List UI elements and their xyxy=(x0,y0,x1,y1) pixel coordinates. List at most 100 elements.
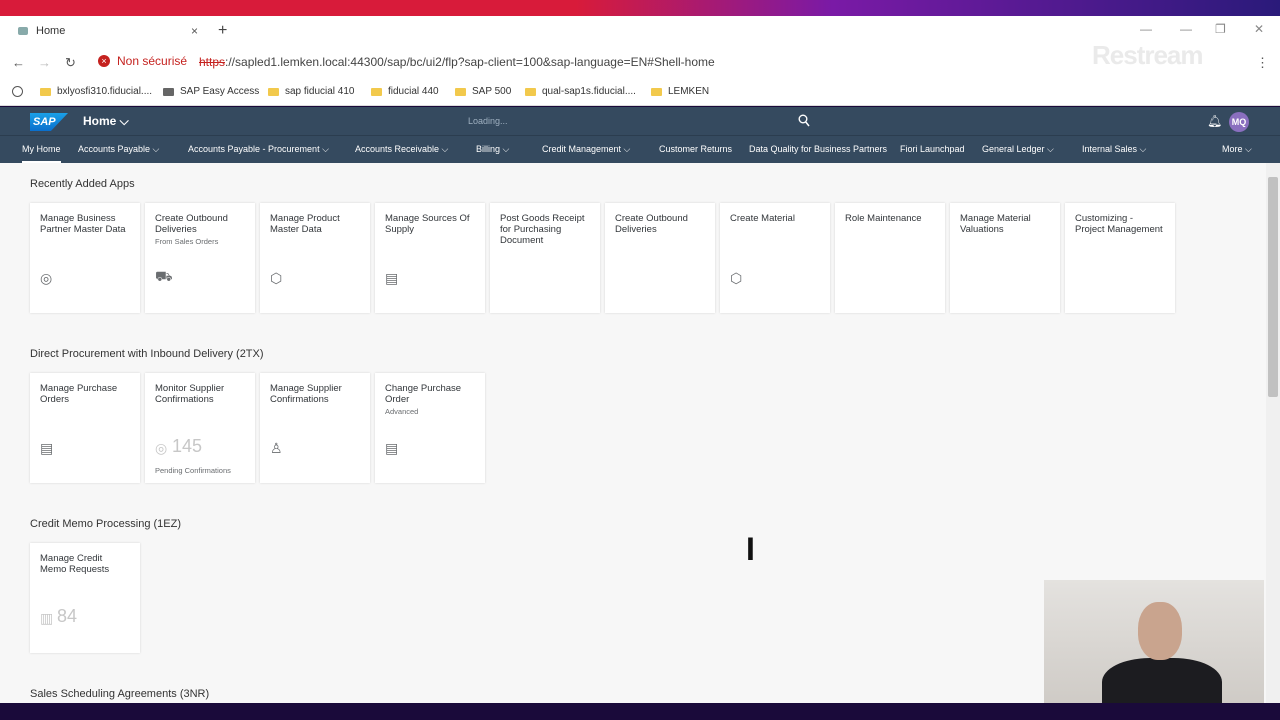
home-menu-button[interactable]: Home ⌵ xyxy=(83,114,129,129)
tab-close-icon[interactable]: × xyxy=(191,24,198,38)
back-arrow-icon[interactable]: ← xyxy=(12,55,25,70)
bookmark-item[interactable]: SAP 500 xyxy=(455,86,511,97)
app-tile[interactable]: Create Outbound Deliveries From Sales Or… xyxy=(145,203,255,313)
sap-logo[interactable]: SAP xyxy=(30,113,68,131)
tile-title: Post Goods Receipt for Purchasing Docume… xyxy=(500,213,585,246)
bookmark-item[interactable]: bxlyosfi310.fiducial.... xyxy=(40,86,152,97)
webcam-person-head xyxy=(1138,602,1182,660)
bookmark-item[interactable]: sap fiducial 410 xyxy=(268,86,355,97)
globe-icon xyxy=(12,86,23,97)
tile-kpi-value: 145 xyxy=(172,436,203,456)
user-avatar[interactable]: MQ xyxy=(1229,112,1249,132)
close-window-icon[interactable]: ✕ xyxy=(1254,22,1264,36)
vertical-scrollbar[interactable] xyxy=(1266,163,1280,703)
nav-item-data-quality[interactable]: Data Quality for Business Partners xyxy=(749,144,887,154)
new-tab-button[interactable]: + xyxy=(218,22,227,40)
app-tile[interactable]: Manage Product Master Data ⬡ xyxy=(260,203,370,313)
app-tile[interactable]: Manage Purchase Orders ▤ xyxy=(30,373,140,483)
credit-memo-icon: ▥ xyxy=(40,610,54,626)
app-tile[interactable]: Manage Supplier Confirmations ♙ xyxy=(260,373,370,483)
truck-icon: ⛟ xyxy=(155,268,173,284)
browser-tab[interactable]: Home × xyxy=(8,16,208,46)
bookmark-item[interactable]: SAP Easy Access xyxy=(163,86,259,97)
url-field[interactable]: https://sapled1.lemken.local:44300/sap/b… xyxy=(199,55,715,69)
nav-item-more[interactable]: More ⌵ xyxy=(1222,144,1252,155)
user-circle-icon: ◎ xyxy=(40,270,53,286)
webcam-overlay xyxy=(1044,580,1264,704)
nav-item-fiori-launchpad[interactable]: Fiori Launchpad xyxy=(900,144,965,154)
browser-menu-icon[interactable]: ⋮ xyxy=(1256,55,1269,71)
address-bar: ← → ↻ × Non sécurisé https://sapled1.lem… xyxy=(0,46,1280,80)
apps-globe-icon[interactable] xyxy=(12,86,29,97)
nav-item-general-ledger[interactable]: General Ledger ⌵ xyxy=(982,144,1054,155)
tile-title: Role Maintenance xyxy=(845,213,922,224)
bookmark-label: qual-sap1s.fiducial.... xyxy=(542,86,636,97)
bookmark-item[interactable]: qual-sap1s.fiducial.... xyxy=(525,86,636,97)
bookmark-label: bxlyosfi310.fiducial.... xyxy=(57,86,153,97)
nav-item-internal-sales[interactable]: Internal Sales ⌵ xyxy=(1082,144,1146,155)
tile-title: Manage Purchase Orders xyxy=(40,383,118,405)
app-tile[interactable]: Change Purchase Order Advanced ▤ xyxy=(375,373,485,483)
document-icon: ▤ xyxy=(40,440,54,456)
minimize-icon[interactable]: — xyxy=(1140,22,1152,36)
url-text: ://sapled1.lemken.local:44300/sap/bc/ui2… xyxy=(225,55,715,69)
app-tile[interactable]: Manage Credit Memo Requests ▥ 84 xyxy=(30,543,140,653)
bookmark-label: sap fiducial 410 xyxy=(285,86,355,97)
url-scheme: https xyxy=(199,55,226,69)
tile-title: Create Outbound Deliveries xyxy=(615,213,688,235)
tab-title: Home xyxy=(36,25,66,37)
app-tile[interactable]: Manage Sources Of Supply ▤ xyxy=(375,203,485,313)
restore-window-icon[interactable]: ❐ xyxy=(1215,22,1226,36)
supplier-icon: ♙ xyxy=(270,440,283,456)
create-material-icon: ⬡ xyxy=(730,270,743,286)
tile-title: Manage Credit Memo Requests xyxy=(40,553,110,575)
bottom-strip xyxy=(0,703,1280,720)
folder-icon xyxy=(525,87,536,96)
reload-icon[interactable]: ↻ xyxy=(65,55,76,71)
security-indicator[interactable]: × Non sécurisé xyxy=(98,54,187,68)
browser-tab-bar: Home × + — — ❐ ✕ xyxy=(0,16,1280,46)
bookmark-item[interactable]: fiducial 440 xyxy=(371,86,439,97)
tile-title: Change Purchase Order xyxy=(385,383,462,405)
app-tile[interactable]: Manage Material Valuations xyxy=(950,203,1060,313)
loading-indicator: Loading... xyxy=(468,116,508,126)
bookmark-item[interactable]: LEMKEN xyxy=(651,86,709,97)
forward-arrow-icon[interactable]: → xyxy=(38,55,51,70)
tile-title: Monitor Supplier Confirmations xyxy=(155,383,225,405)
app-tile[interactable]: Customizing - Project Management xyxy=(1065,203,1175,313)
nav-item-billing[interactable]: Billing ⌵ xyxy=(476,144,509,155)
tile-title: Manage Supplier Confirmations xyxy=(270,383,342,405)
nav-item-accounts-payable-procurement[interactable]: Accounts Payable - Procurement ⌵ xyxy=(188,144,329,155)
search-icon[interactable] xyxy=(798,114,810,128)
space-navigation-bar: My Home Accounts Payable ⌵ Accounts Paya… xyxy=(0,135,1280,163)
notifications-bell-icon[interactable]: 🔔︎ xyxy=(1207,114,1222,128)
nav-item-accounts-receivable[interactable]: Accounts Receivable ⌵ xyxy=(355,144,448,155)
folder-icon xyxy=(455,87,466,96)
app-tile[interactable]: Create Material ⬡ xyxy=(720,203,830,313)
section-title: Recently Added Apps xyxy=(30,178,135,190)
app-tile[interactable]: Role Maintenance xyxy=(835,203,945,313)
tile-title: Manage Material Valuations xyxy=(960,213,1031,235)
nav-item-credit-management[interactable]: Credit Management ⌵ xyxy=(542,144,630,155)
document-icon: ▤ xyxy=(385,270,399,286)
tile-title: Create Material xyxy=(730,213,795,224)
nav-item-accounts-payable[interactable]: Accounts Payable ⌵ xyxy=(78,144,159,155)
nav-item-my-home[interactable]: My Home xyxy=(22,144,61,163)
scrollbar-thumb[interactable] xyxy=(1268,177,1278,397)
browser-top-strip xyxy=(0,0,1280,16)
tile-subtitle: Advanced xyxy=(385,407,419,416)
folder-icon xyxy=(40,87,51,96)
folder-icon xyxy=(268,87,279,96)
bookmark-label: SAP Easy Access xyxy=(180,86,260,97)
tile-title: Create Outbound Deliveries xyxy=(155,213,228,235)
app-tile[interactable]: Create Outbound Deliveries xyxy=(605,203,715,313)
app-tile[interactable]: Manage Business Partner Master Data ◎ xyxy=(30,203,140,313)
nav-item-customer-returns[interactable]: Customer Returns xyxy=(659,144,732,154)
bookmark-label: SAP 500 xyxy=(472,86,512,97)
minimize-window-icon[interactable]: — xyxy=(1180,22,1192,36)
section-title: Direct Procurement with Inbound Delivery… xyxy=(30,348,264,360)
app-tile[interactable]: Post Goods Receipt for Purchasing Docume… xyxy=(490,203,600,313)
sap-shell-bar: SAP Home ⌵ Loading... 🔔︎ MQ xyxy=(0,107,1280,135)
section-title: Credit Memo Processing (1EZ) xyxy=(30,518,181,530)
app-tile[interactable]: Monitor Supplier Confirmations ◎ 145 Pen… xyxy=(145,373,255,483)
